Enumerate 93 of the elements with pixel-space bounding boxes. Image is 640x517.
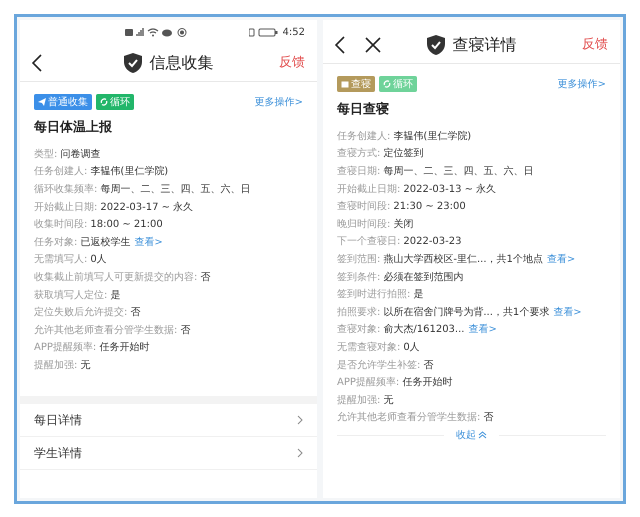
field-value: 李韫伟(里仁学院) — [90, 164, 168, 180]
task-title: 每日查寝 — [337, 100, 390, 119]
field-value: 2022-03-23 — [403, 235, 462, 250]
field-value: 否 — [180, 324, 190, 338]
field-value: 以所在宿舍门牌号为背...，共1个要求 — [383, 306, 550, 320]
field-label: 开始截止日期: — [337, 182, 400, 197]
field-label: 收集时间段: — [34, 218, 88, 232]
tag: 普通收集 — [34, 94, 92, 110]
field-value: 每周一、二、三、四、五、六、日 — [383, 164, 534, 179]
field-value: 李韫伟(里仁学院) — [393, 130, 472, 144]
field-label: APP提醒频率: — [337, 376, 400, 390]
field-label: 定位失败后允许提交: — [34, 306, 128, 320]
field-label: 是否允许学生补签: — [337, 358, 420, 373]
detail-row[interactable]: 学生详情 — [20, 437, 317, 470]
field-label: 任务创建人: — [337, 130, 390, 144]
tag: 循环 — [96, 94, 134, 110]
loop-icon — [383, 80, 391, 88]
field-label: 任务创建人: — [34, 164, 88, 180]
field-value: 每周一、二、三、四、五、六、日 — [100, 182, 250, 197]
view-link[interactable]: 查看> — [553, 304, 582, 320]
view-link[interactable]: 查看> — [134, 234, 163, 250]
field-label: 允许其他老师查看分管学生数据: — [34, 324, 178, 338]
more-actions-link[interactable]: 更多操作> — [254, 94, 303, 110]
field-value: 2022-03-17 ~ 永久 — [100, 200, 194, 215]
field-label: 循环收集频率: — [34, 182, 98, 197]
field-value: 否 — [423, 358, 434, 373]
field-label: 无需填写人: — [34, 252, 88, 268]
chevron-right-icon — [297, 415, 303, 426]
field-value: 2022-03-13 ~ 永久 — [403, 182, 496, 197]
shield-check-icon — [124, 52, 142, 72]
field-label: 无需查寝对象: — [337, 340, 400, 355]
field-value: 是 — [413, 288, 424, 302]
field-label: 签到范围: — [337, 252, 380, 267]
back-icon[interactable] — [32, 54, 42, 72]
tag: 查寝 — [337, 76, 375, 92]
field-value: 无 — [80, 358, 90, 373]
collapse-button[interactable]: 收起 — [456, 428, 487, 443]
field-label: 签到时进行拍照: — [337, 288, 410, 302]
field-value: 是 — [110, 288, 120, 303]
status-time: 4:52 — [282, 26, 305, 40]
shield-check-icon — [426, 34, 444, 54]
tag: 循环 — [379, 76, 417, 92]
field-label: 提醒加强: — [34, 358, 78, 373]
feedback-link[interactable]: 反馈 — [279, 52, 305, 72]
feedback-link[interactable]: 反馈 — [582, 34, 608, 54]
back-icon[interactable] — [335, 36, 345, 54]
field-label: 查寝日期: — [337, 164, 380, 179]
field-label: 任务对象: — [34, 236, 78, 250]
task-title: 每日体温上报 — [34, 119, 113, 137]
field-label: 下一个查寝日: — [337, 234, 400, 250]
chevron-right-icon — [297, 448, 303, 458]
field-label: 查寝方式: — [337, 146, 380, 162]
more-actions-link[interactable]: 更多操作> — [558, 76, 606, 92]
field-value: 18:00 ~ 21:00 — [90, 218, 163, 232]
field-label: 收集截止前填写人可更新提交的内容: — [34, 270, 198, 285]
chevron-up-icon — [478, 431, 487, 440]
field-label: 获取填写人定位: — [34, 288, 108, 303]
page-title: 信息收集 — [150, 52, 214, 74]
field-value: 必须在签到范围内 — [383, 270, 464, 285]
loop-icon — [100, 98, 108, 106]
field-value: 定位签到 — [383, 146, 424, 162]
field-value: 燕山大学西校区-里仁...，共1个地点 — [383, 252, 543, 267]
field-value: 21:30 ~ 23:00 — [393, 200, 466, 214]
field-label: 提醒加强: — [337, 394, 380, 408]
field-label: APP提醒频率: — [34, 340, 96, 356]
page-title: 查寝详情 — [452, 34, 516, 56]
field-label: 允许其他老师查看分管学生数据: — [337, 410, 480, 426]
close-icon[interactable] — [365, 36, 381, 52]
field-label: 开始截止日期: — [34, 200, 98, 215]
field-label: 拍照要求: — [337, 306, 380, 320]
field-value: 0人 — [90, 253, 107, 268]
field-value: 任务开始时 — [99, 340, 150, 356]
field-value: 已返校学生 — [80, 236, 130, 250]
status-icons-drawing — [124, 28, 189, 36]
paper-plane-icon — [38, 98, 46, 106]
field-value: 无 — [383, 394, 394, 408]
field-value: 0人 — [403, 340, 420, 355]
view-link[interactable]: 查看> — [468, 322, 497, 338]
field-value: 任务开始时 — [402, 376, 452, 390]
view-link[interactable]: 查看> — [546, 252, 576, 267]
field-value: 否 — [130, 306, 140, 320]
field-label: 晚归时间段: — [337, 218, 390, 232]
field-value: 关闭 — [393, 218, 414, 232]
field-value: 俞大杰/161203... — [383, 322, 464, 338]
field-label: 查寝对象: — [337, 322, 380, 338]
field-value: 否 — [200, 270, 210, 285]
field-value: 否 — [483, 411, 494, 426]
field-label: 类型: — [34, 148, 58, 162]
field-label: 签到条件: — [337, 270, 380, 285]
detail-row[interactable]: 每日详情 — [20, 404, 317, 438]
field-value: 问卷调查 — [60, 148, 100, 162]
battery-icon — [248, 28, 279, 36]
field-label: 查寝时间段: — [337, 200, 390, 214]
